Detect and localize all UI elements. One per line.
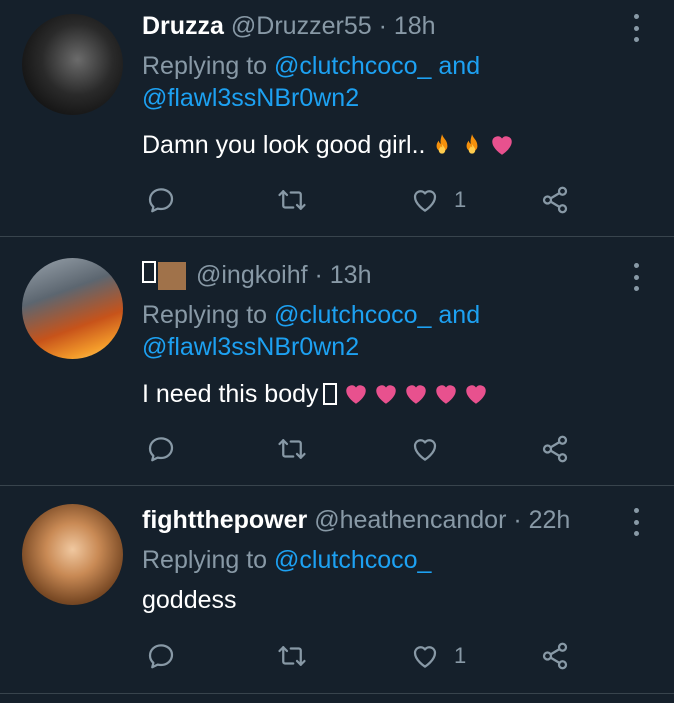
avatar[interactable] — [22, 258, 123, 359]
reply-button[interactable] — [146, 429, 176, 469]
tweet-header: Druzza @Druzzer55 · 18h — [142, 10, 614, 42]
mention-and: and — [431, 301, 481, 329]
replying-to-label: Replying to — [142, 546, 275, 574]
tweet[interactable]: fightthepower @heathencandor · 22h Reply… — [0, 486, 674, 694]
mention-link[interactable]: @flawl3ssNBr0wn2 — [142, 333, 359, 361]
more-icon[interactable] — [626, 508, 646, 536]
display-name[interactable]: fightthepower — [142, 506, 307, 534]
handle-and-time: @heathencandor · 22h — [314, 506, 571, 534]
tweet-text-content: goddess — [142, 586, 237, 614]
heart-emoji — [433, 381, 459, 407]
heart-emoji — [403, 381, 429, 407]
share-icon — [540, 185, 570, 215]
like-icon — [410, 434, 440, 464]
more-icon[interactable] — [626, 263, 646, 291]
tweet[interactable]: @ingkoihf · 13h Replying to @clutchcoco_… — [0, 237, 674, 486]
fire-emoji — [459, 132, 485, 158]
brown-square-emoji — [158, 262, 186, 291]
more-icon[interactable] — [626, 14, 646, 42]
tweet-text-content: I need this body — [142, 380, 319, 408]
heart-emoji — [373, 381, 399, 407]
display-name[interactable]: Druzza — [142, 12, 224, 40]
retweet-button[interactable] — [277, 429, 307, 469]
avatar[interactable] — [22, 14, 123, 115]
reply-icon — [146, 185, 176, 215]
like-icon — [410, 185, 440, 215]
mention-link[interactable]: @flawl3ssNBr0wn2 — [142, 84, 359, 112]
tweet-header: fightthepower @heathencandor · 22h — [142, 504, 619, 536]
action-bar: 1 — [0, 180, 674, 220]
tweet[interactable]: Druzza @Druzzer55 · 18h Replying to @clu… — [0, 0, 674, 237]
action-bar — [0, 429, 674, 469]
share-icon — [540, 641, 570, 671]
like-button[interactable] — [410, 429, 454, 469]
like-count: 1 — [454, 643, 467, 668]
unsupported-glyph — [322, 383, 337, 405]
tweet-text: Damn you look good girl.. — [142, 129, 634, 161]
replying-to: Replying to @clutchcoco_ and @flawl3ssNB… — [142, 299, 634, 363]
handle-and-time: @Druzzer55 · 18h — [230, 12, 436, 40]
replying-to: Replying to @clutchcoco_ — [142, 544, 634, 576]
tweet-header: @ingkoihf · 13h — [142, 259, 614, 291]
replying-to-label: Replying to — [142, 301, 275, 329]
mention-and: and — [431, 52, 481, 80]
tweet-text-content: Damn you look good girl.. — [142, 131, 426, 159]
handle-and-time: @ingkoihf · 13h — [196, 261, 372, 289]
mention-link[interactable]: @clutchcoco_ — [274, 52, 431, 80]
share-icon — [540, 434, 570, 464]
heart-emoji — [463, 381, 489, 407]
share-button[interactable] — [540, 636, 570, 676]
tweet-text: goddess — [142, 584, 634, 616]
like-icon — [410, 641, 440, 671]
retweet-button[interactable] — [277, 180, 307, 220]
retweet-icon — [277, 434, 307, 464]
replying-to: Replying to @clutchcoco_ and @flawl3ssNB… — [142, 50, 634, 114]
like-button[interactable]: 1 — [410, 636, 466, 676]
mention-link[interactable]: @clutchcoco_ — [274, 301, 431, 329]
share-button[interactable] — [540, 180, 570, 220]
reply-button[interactable] — [146, 636, 176, 676]
reply-icon — [146, 434, 176, 464]
heart-emoji — [489, 132, 515, 158]
unsupported-glyph — [142, 261, 156, 283]
share-button[interactable] — [540, 429, 570, 469]
reply-icon — [146, 641, 176, 671]
retweet-icon — [277, 185, 307, 215]
replying-to-label: Replying to — [142, 52, 275, 80]
like-count: 1 — [454, 187, 467, 212]
retweet-icon — [277, 641, 307, 671]
retweet-button[interactable] — [277, 636, 307, 676]
fire-emoji — [429, 132, 455, 158]
tweet-text: I need this body — [142, 378, 634, 410]
heart-emoji — [343, 381, 369, 407]
avatar[interactable] — [22, 504, 123, 605]
like-button[interactable]: 1 — [410, 180, 466, 220]
mention-link[interactable]: @clutchcoco_ — [274, 546, 431, 574]
action-bar: 1 — [0, 636, 674, 676]
reply-button[interactable] — [146, 180, 176, 220]
